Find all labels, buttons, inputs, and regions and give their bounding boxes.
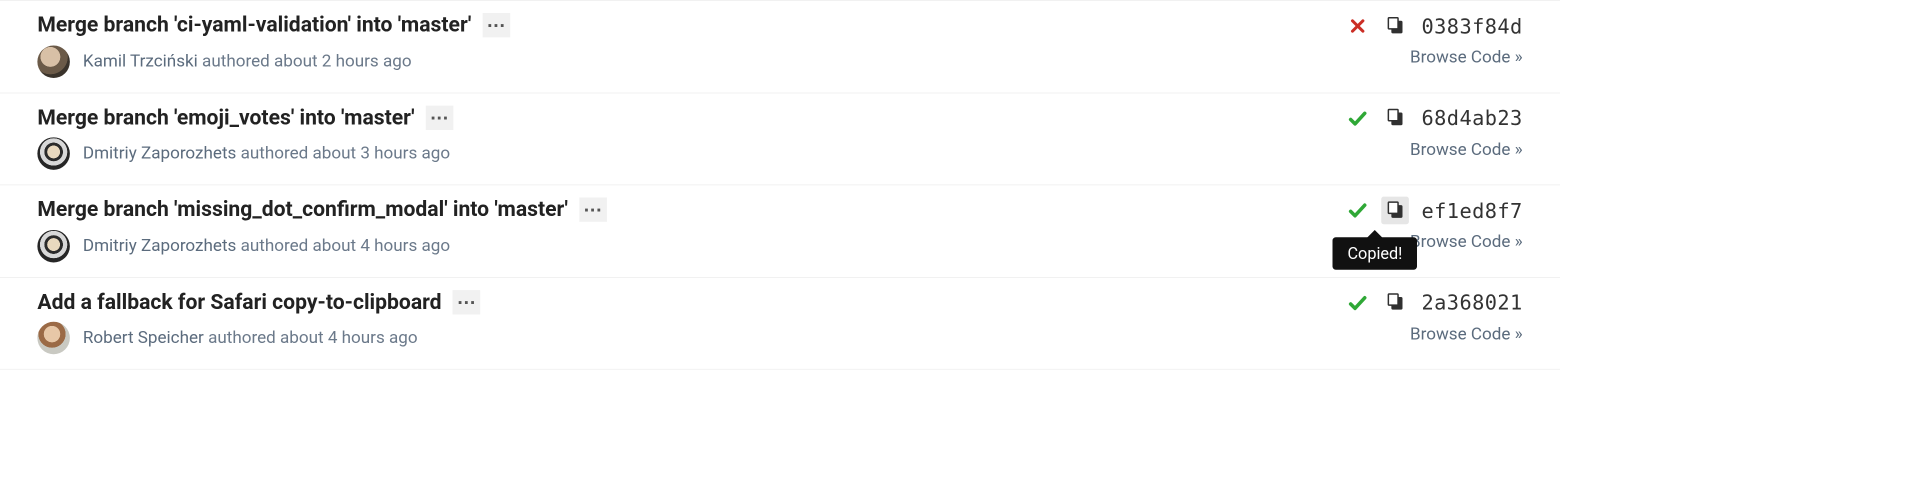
expand-message-button[interactable]: ... (426, 105, 454, 129)
clipboard-icon (1386, 292, 1404, 314)
commit-meta: Robert Speicher authored about 4 hours a… (83, 328, 418, 348)
commit-hash[interactable]: ef1ed8f7 (1422, 199, 1523, 223)
author-avatar[interactable] (37, 45, 70, 78)
commit-time: authored about 3 hours ago (241, 144, 451, 164)
author-avatar[interactable] (37, 322, 70, 355)
commit-time: authored about 2 hours ago (202, 52, 412, 72)
commit-hash-line: 2a368021 (1347, 289, 1523, 317)
commit-title-line: Merge branch 'missing_dot_confirm_modal'… (37, 197, 606, 223)
commit-meta: Kamil Trzciński authored about 2 hours a… (83, 52, 412, 72)
commit-hash[interactable]: 68d4ab23 (1422, 106, 1523, 130)
commit-row: Add a fallback for Safari copy-to-clipbo… (0, 277, 1560, 370)
copy-hash-button[interactable] (1381, 289, 1409, 317)
commit-author-line: Kamil Trzciński authored about 2 hours a… (37, 45, 510, 78)
commit-title[interactable]: Merge branch 'ci-yaml-validation' into '… (37, 12, 471, 38)
check-icon[interactable] (1347, 292, 1368, 313)
commit-right: 68d4ab23 Browse Code » (1279, 104, 1523, 159)
commit-list: Merge branch 'ci-yaml-validation' into '… (0, 0, 1560, 370)
author-name[interactable]: Dmitriy Zaporozhets (83, 236, 236, 256)
browse-code-link[interactable]: Browse Code » (1410, 48, 1523, 68)
check-icon[interactable] (1347, 200, 1368, 221)
commit-hash[interactable]: 0383f84d (1422, 14, 1523, 38)
commit-title[interactable]: Merge branch 'emoji_votes' into 'master' (37, 104, 414, 130)
commit-hash[interactable]: 2a368021 (1422, 291, 1523, 315)
expand-message-button[interactable]: ... (453, 290, 481, 314)
commit-row: Merge branch 'missing_dot_confirm_modal'… (0, 184, 1560, 276)
commit-title[interactable]: Add a fallback for Safari copy-to-clipbo… (37, 289, 441, 315)
commit-hash-line: ef1ed8f7 (1347, 197, 1523, 225)
copy-hash-button[interactable] (1381, 197, 1409, 225)
commit-right: 2a368021 Browse Code » (1279, 289, 1523, 344)
commit-meta: Dmitriy Zaporozhets authored about 4 hou… (83, 236, 450, 256)
commit-title-line: Merge branch 'ci-yaml-validation' into '… (37, 12, 510, 38)
commit-row: Merge branch 'emoji_votes' into 'master'… (0, 92, 1560, 184)
commit-hash-line: 0383f84d (1347, 12, 1523, 40)
commit-title-line: Add a fallback for Safari copy-to-clipbo… (37, 289, 480, 315)
commit-right: ef1ed8f7Browse Code »Copied! (1279, 197, 1523, 252)
commit-time: authored about 4 hours ago (241, 236, 451, 256)
clipboard-icon (1386, 199, 1404, 221)
author-name[interactable]: Dmitriy Zaporozhets (83, 144, 236, 164)
browse-code-link[interactable]: Browse Code » (1410, 140, 1523, 160)
expand-message-button[interactable]: ... (483, 13, 511, 37)
commit-time: authored about 4 hours ago (208, 328, 418, 348)
clipboard-icon (1386, 107, 1404, 129)
commit-row: Merge branch 'ci-yaml-validation' into '… (0, 0, 1560, 92)
commit-hash-line: 68d4ab23 (1347, 104, 1523, 132)
author-avatar[interactable] (37, 137, 70, 170)
clipboard-icon (1386, 15, 1404, 37)
commit-title-line: Merge branch 'emoji_votes' into 'master'… (37, 104, 453, 130)
browse-code-link[interactable]: Browse Code » (1410, 325, 1523, 345)
commit-title[interactable]: Merge branch 'missing_dot_confirm_modal'… (37, 197, 567, 223)
copied-tooltip: Copied! (1333, 237, 1417, 270)
copy-hash-button[interactable] (1381, 104, 1409, 132)
commit-left: Add a fallback for Safari copy-to-clipbo… (37, 289, 480, 354)
browse-code-link[interactable]: Browse Code » (1410, 232, 1523, 252)
commit-author-line: Dmitriy Zaporozhets authored about 4 hou… (37, 230, 606, 263)
x-icon[interactable] (1347, 15, 1368, 36)
author-name[interactable]: Robert Speicher (83, 328, 204, 348)
author-name[interactable]: Kamil Trzciński (83, 52, 198, 72)
commit-author-line: Robert Speicher authored about 4 hours a… (37, 322, 480, 355)
commit-right: 0383f84d Browse Code » (1279, 12, 1523, 67)
commit-meta: Dmitriy Zaporozhets authored about 3 hou… (83, 144, 450, 164)
check-icon[interactable] (1347, 108, 1368, 129)
expand-message-button[interactable]: ... (579, 198, 607, 222)
commit-left: Merge branch 'missing_dot_confirm_modal'… (37, 197, 606, 262)
copy-hash-button[interactable] (1381, 12, 1409, 40)
author-avatar[interactable] (37, 230, 70, 263)
commit-author-line: Dmitriy Zaporozhets authored about 3 hou… (37, 137, 453, 170)
commit-left: Merge branch 'emoji_votes' into 'master'… (37, 104, 453, 169)
commit-left: Merge branch 'ci-yaml-validation' into '… (37, 12, 510, 77)
